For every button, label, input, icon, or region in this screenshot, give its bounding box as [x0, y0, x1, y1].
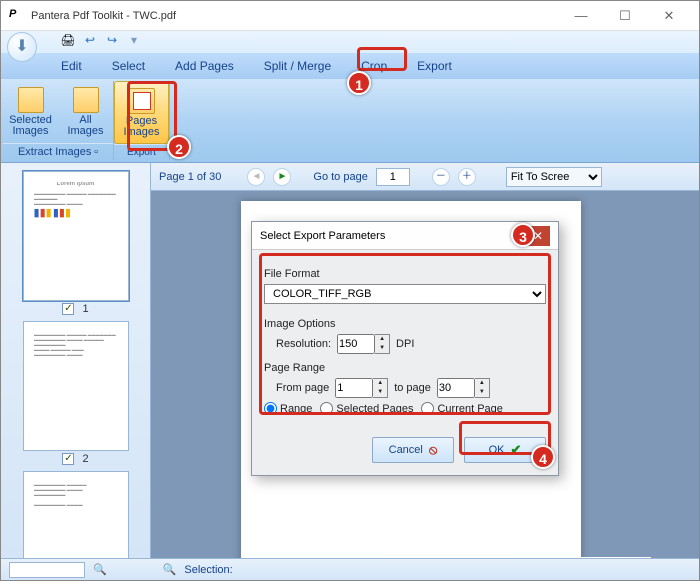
- menu-export[interactable]: Export: [405, 55, 464, 77]
- search-icon[interactable]: 🔍: [93, 563, 107, 576]
- ribbon-group-export: Export: [114, 144, 169, 160]
- check-icon: ✔: [511, 442, 522, 458]
- dpi-label: DPI: [396, 338, 414, 350]
- window-title: Pantera Pdf Toolkit - TWC.pdf: [31, 10, 176, 22]
- pages-images-button[interactable]: Pages Images: [114, 81, 169, 144]
- selection-label: Selection:: [184, 564, 232, 576]
- spin-down-icon[interactable]: ▼: [373, 388, 387, 397]
- qat-dropdown-icon[interactable]: ▾: [125, 33, 143, 51]
- page-range-label: Page Range: [264, 362, 546, 374]
- statusbar: 🔍 🔍 Selection:: [1, 558, 699, 580]
- thumbnail[interactable]: ▬▬▬▬▬▬▬▬ ▬▬▬▬▬ ▬▬▬▬▬▬▬▬▬▬▬▬▬▬▬ ▬▬▬▬ ▬▬▬▬…: [23, 321, 129, 451]
- annotation-4: 4: [531, 445, 555, 469]
- spin-up-icon[interactable]: ▲: [373, 379, 387, 388]
- annotation-3: 3: [511, 223, 535, 247]
- search-icon-2[interactable]: 🔍: [163, 563, 177, 576]
- resolution-label: Resolution:: [276, 338, 331, 350]
- fit-mode-select[interactable]: Fit To Scree: [506, 167, 602, 187]
- app-menu-button[interactable]: ⬇: [7, 32, 37, 62]
- menu-edit[interactable]: Edit: [49, 55, 94, 77]
- thumb-number: 1: [82, 303, 88, 315]
- spin-down-icon[interactable]: ▼: [375, 344, 389, 353]
- maximize-button[interactable]: ☐: [603, 2, 647, 30]
- selected-images-button[interactable]: Selected Images: [3, 81, 58, 143]
- from-page-label: From page: [276, 382, 329, 394]
- minimize-button[interactable]: —: [559, 2, 603, 30]
- search-input[interactable]: [9, 562, 85, 578]
- file-format-select[interactable]: COLOR_TIFF_RGB: [264, 284, 546, 304]
- menu-add-pages[interactable]: Add Pages: [163, 55, 246, 77]
- quick-access-toolbar: ⬇ 🖨 ↩ ↪ ▾: [1, 31, 699, 53]
- current-page-radio[interactable]: Current Page: [421, 402, 502, 415]
- redo-icon[interactable]: ↪: [103, 33, 121, 51]
- page-toolbar: Page 1 of 30 ◄ ► Go to page － ＋ Fit To S…: [151, 163, 699, 191]
- file-format-label: File Format: [264, 268, 546, 280]
- selected-pages-radio[interactable]: Selected Pages: [320, 402, 413, 415]
- thumb-checkbox[interactable]: ✓: [62, 453, 74, 465]
- range-radio[interactable]: Range: [264, 402, 312, 415]
- dialog-launcher-icon[interactable]: ▫: [94, 146, 98, 158]
- image-options-label: Image Options: [264, 318, 546, 330]
- spin-up-icon[interactable]: ▲: [375, 335, 389, 344]
- goto-label: Go to page: [313, 171, 367, 183]
- thumbnails-panel[interactable]: Lorem ipsum▬▬▬▬▬▬▬▬ ▬▬▬▬▬ ▬▬▬▬▬▬▬ ▬▬▬▬▬▬…: [1, 163, 151, 558]
- annotation-2: 2: [167, 135, 191, 159]
- thumb-number: 2: [82, 453, 88, 465]
- titlebar: P Pantera Pdf Toolkit - TWC.pdf — ☐ ✕: [1, 1, 699, 31]
- resolution-input[interactable]: [337, 334, 375, 354]
- export-parameters-dialog: Select Export Parameters ✕ File Format C…: [251, 221, 559, 476]
- next-page-button[interactable]: ►: [273, 168, 291, 186]
- ribbon-group-extract: Extract Images ▫: [3, 143, 113, 160]
- cancel-button[interactable]: Cancel⦸: [372, 437, 454, 463]
- to-page-label: to page: [394, 382, 431, 394]
- page-indicator: Page 1 of 30: [159, 171, 221, 183]
- spin-down-icon[interactable]: ▼: [475, 388, 489, 397]
- from-page-input[interactable]: [335, 378, 373, 398]
- close-button[interactable]: ✕: [647, 2, 691, 30]
- zoom-in-button[interactable]: ＋: [458, 168, 476, 186]
- print-icon[interactable]: 🖨: [59, 33, 77, 51]
- undo-icon[interactable]: ↩: [81, 33, 99, 51]
- goto-page-input[interactable]: [376, 168, 410, 186]
- dialog-title: Select Export Parameters: [260, 230, 385, 242]
- thumbnail[interactable]: ▬▬▬▬▬▬▬▬ ▬▬▬▬▬▬▬▬▬▬▬▬▬ ▬▬▬▬▬▬▬▬▬▬▬▬▬▬▬▬▬…: [23, 471, 129, 558]
- annotation-1: 1: [347, 71, 371, 95]
- zoom-out-button[interactable]: －: [432, 168, 450, 186]
- spin-up-icon[interactable]: ▲: [475, 379, 489, 388]
- thumbnail[interactable]: Lorem ipsum▬▬▬▬▬▬▬▬ ▬▬▬▬▬ ▬▬▬▬▬▬▬ ▬▬▬▬▬▬…: [23, 171, 129, 301]
- thumb-checkbox[interactable]: ✓: [62, 303, 74, 315]
- prev-page-button[interactable]: ◄: [247, 168, 265, 186]
- menu-split-merge[interactable]: Split / Merge: [252, 55, 343, 77]
- app-logo-icon: P: [9, 8, 25, 24]
- menu-select[interactable]: Select: [100, 55, 157, 77]
- to-page-input[interactable]: [437, 378, 475, 398]
- all-images-button[interactable]: All Images: [58, 81, 113, 143]
- cancel-icon: ⦸: [429, 442, 437, 458]
